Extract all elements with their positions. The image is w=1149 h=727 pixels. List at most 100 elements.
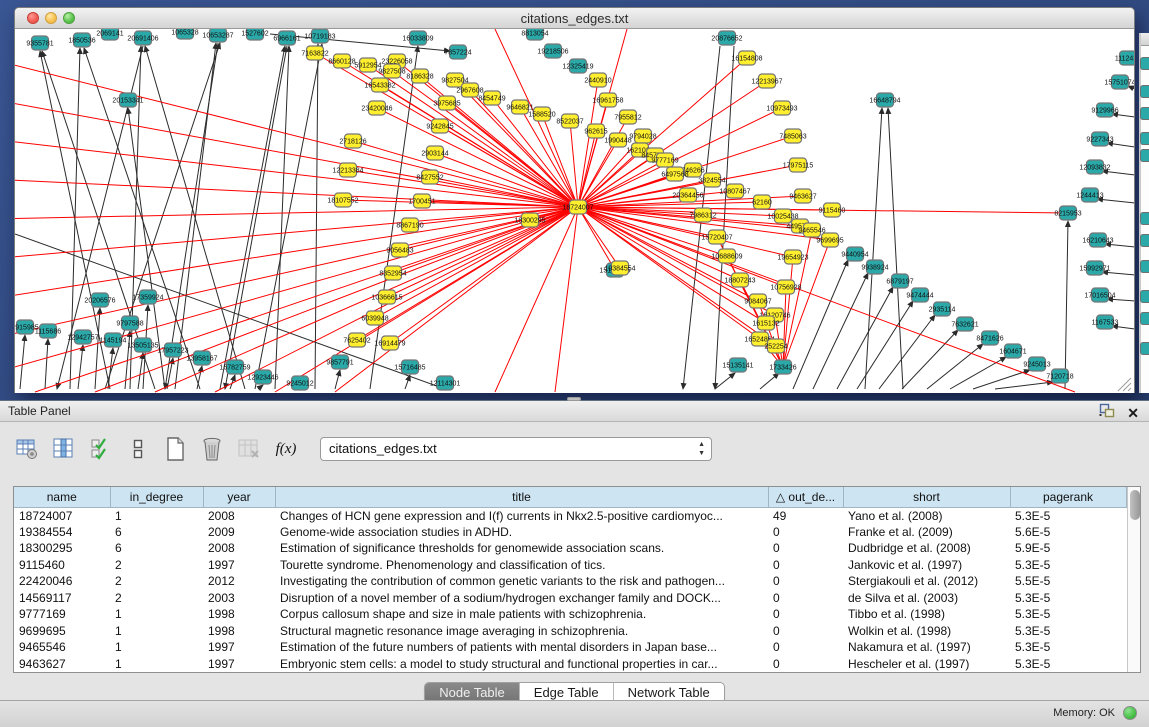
table-cell[interactable]: 5.3E-5 <box>1010 507 1126 524</box>
network-node[interactable]: 7857224 <box>444 45 471 59</box>
table-cell[interactable]: Corpus callosum shape and size in male p… <box>275 606 768 623</box>
table-cell[interactable]: de Silva et al. (2003) <box>843 590 1010 607</box>
column-header-short[interactable]: short <box>843 487 1010 507</box>
table-cell[interactable]: 0 <box>768 623 843 640</box>
table-options-icon[interactable] <box>14 436 40 462</box>
network-node[interactable]: 1850536 <box>68 33 95 47</box>
table-selector-dropdown[interactable]: citations_edges.txt ▲▼ <box>320 437 712 461</box>
table-cell[interactable]: 5.9E-5 <box>1010 540 1126 557</box>
scrollbar-thumb[interactable] <box>1130 490 1140 520</box>
network-node[interactable]: 10653287 <box>202 29 233 42</box>
network-node[interactable]: 9115460 <box>819 203 846 217</box>
table-cell[interactable]: Tourette syndrome. Phenomenology and cla… <box>275 557 768 574</box>
network-node[interactable]: 252254 <box>764 339 787 353</box>
table-row[interactable]: 1456911722003Disruption of a novel membe… <box>14 590 1126 607</box>
table-cell[interactable]: 2 <box>110 573 203 590</box>
network-node[interactable]: 15716485 <box>394 360 425 374</box>
table-cell[interactable]: Embryonic stem cells: a model to study s… <box>275 656 768 673</box>
table-cell[interactable]: 22420046 <box>14 573 110 590</box>
table-row[interactable]: 2242004622012Investigating the contribut… <box>14 573 1126 590</box>
network-node[interactable] <box>1140 234 1149 247</box>
network-node[interactable]: 1700451 <box>408 194 435 208</box>
network-node[interactable]: 20364456 <box>672 188 703 202</box>
column-header-pagerank[interactable]: pagerank <box>1010 487 1126 507</box>
table-cell[interactable]: Structural magnetic resonance image aver… <box>275 623 768 640</box>
table-cell[interactable]: 1997 <box>203 557 275 574</box>
network-node[interactable]: 7120718 <box>1046 369 1073 383</box>
network-node[interactable] <box>1140 290 1149 303</box>
table-cell[interactable]: 0 <box>768 606 843 623</box>
table-cell[interactable]: 9115460 <box>14 557 110 574</box>
table-cell[interactable]: 0 <box>768 656 843 673</box>
network-node[interactable]: 9440954 <box>841 247 868 261</box>
network-node[interactable]: 7955812 <box>614 110 641 124</box>
table-cell[interactable]: 0 <box>768 557 843 574</box>
network-node[interactable]: 17957223 <box>157 343 188 357</box>
network-node[interactable]: 10688609 <box>711 249 742 263</box>
network-node[interactable]: 62160 <box>752 195 772 209</box>
network-node[interactable]: 16961758 <box>592 93 623 107</box>
table-cell[interactable]: 6 <box>110 540 203 557</box>
table-cell[interactable]: Franke et al. (2009) <box>843 524 1010 541</box>
network-node[interactable]: 12213967 <box>751 74 782 88</box>
network-node[interactable]: 7625402 <box>343 333 370 347</box>
network-node[interactable]: 20876652 <box>711 31 742 45</box>
network-node[interactable] <box>1140 57 1149 70</box>
table-cell[interactable]: 5.3E-5 <box>1010 557 1126 574</box>
table-cell[interactable]: 1998 <box>203 606 275 623</box>
network-node[interactable]: 8660128 <box>328 54 355 68</box>
network-node[interactable]: 8867190 <box>396 218 423 232</box>
table-cell[interactable]: 5.3E-5 <box>1010 606 1126 623</box>
column-header-name[interactable]: name <box>14 487 110 507</box>
network-node[interactable]: 19654923 <box>777 250 808 264</box>
network-node[interactable]: 1167533 <box>1092 315 1119 329</box>
memory-ok-indicator[interactable] <box>1123 706 1137 720</box>
network-node[interactable] <box>1140 132 1149 145</box>
network-node[interactable]: 15992971 <box>1079 261 1110 275</box>
table-cell[interactable]: Nakamura et al. (1997) <box>843 639 1010 656</box>
table-cell[interactable]: 0 <box>768 540 843 557</box>
network-node[interactable]: 19218506 <box>537 44 568 58</box>
network-node[interactable]: 1244413 <box>1076 188 1103 202</box>
table-cell[interactable]: 2 <box>110 590 203 607</box>
table-cell[interactable]: Estimation of the future numbers of pati… <box>275 639 768 656</box>
table-cell[interactable]: 14569117 <box>14 590 110 607</box>
table-cell[interactable]: Yano et al. (2008) <box>843 507 1010 524</box>
network-node[interactable]: 6879197 <box>886 274 913 288</box>
table-row[interactable]: 946554611997Estimation of the future num… <box>14 639 1126 656</box>
network-node[interactable]: 17016504 <box>1084 288 1115 302</box>
resize-grip-icon[interactable] <box>1128 388 1131 391</box>
network-node[interactable]: 9474444 <box>906 288 933 302</box>
network-node[interactable]: 10756928 <box>770 280 801 294</box>
column-header-out_de[interactable]: △ out_de... <box>768 487 843 507</box>
network-node[interactable]: 1733426 <box>769 360 796 374</box>
network-node[interactable]: 16914479 <box>374 336 405 350</box>
network-node[interactable]: 9857791 <box>326 355 353 369</box>
function-builder-icon[interactable]: f(x) <box>273 436 299 462</box>
network-node[interactable]: 10719183 <box>304 29 335 43</box>
network-node[interactable]: 2069141 <box>96 29 123 40</box>
network-node[interactable]: 6966161 <box>273 31 300 45</box>
table-cell[interactable]: Wolkin et al. (1998) <box>843 623 1010 640</box>
table-cell[interactable]: 18300295 <box>14 540 110 557</box>
table-cell[interactable]: 1997 <box>203 639 275 656</box>
table-cell[interactable]: 1 <box>110 507 203 524</box>
network-node[interactable]: 9463627 <box>789 189 816 203</box>
column-header-title[interactable]: title <box>275 487 768 507</box>
network-window[interactable]: citations_edges.txt 93557811850536206914… <box>14 7 1135 393</box>
table-cell[interactable]: 2012 <box>203 573 275 590</box>
table-cell[interactable]: 1998 <box>203 623 275 640</box>
table-cell[interactable]: Investigating the contribution of common… <box>275 573 768 590</box>
table-cell[interactable]: 5.3E-5 <box>1010 623 1126 640</box>
network-node[interactable]: 1604671 <box>999 344 1026 358</box>
table-row[interactable]: 1872400712008Changes of HCN gene express… <box>14 507 1126 524</box>
network-node[interactable]: 17975115 <box>783 158 814 172</box>
network-node[interactable]: 9797588 <box>116 316 143 330</box>
table-scrollbar[interactable] <box>1127 487 1141 672</box>
network-node[interactable]: 2718126 <box>339 134 366 148</box>
table-cell[interactable]: Dudbridge et al. (2008) <box>843 540 1010 557</box>
network-canvas[interactable]: 9355781185053620691412069140610653281065… <box>15 29 1134 393</box>
table-cell[interactable]: 2003 <box>203 590 275 607</box>
network-node[interactable]: 9938924 <box>861 260 888 274</box>
table-cell[interactable]: 0 <box>768 590 843 607</box>
